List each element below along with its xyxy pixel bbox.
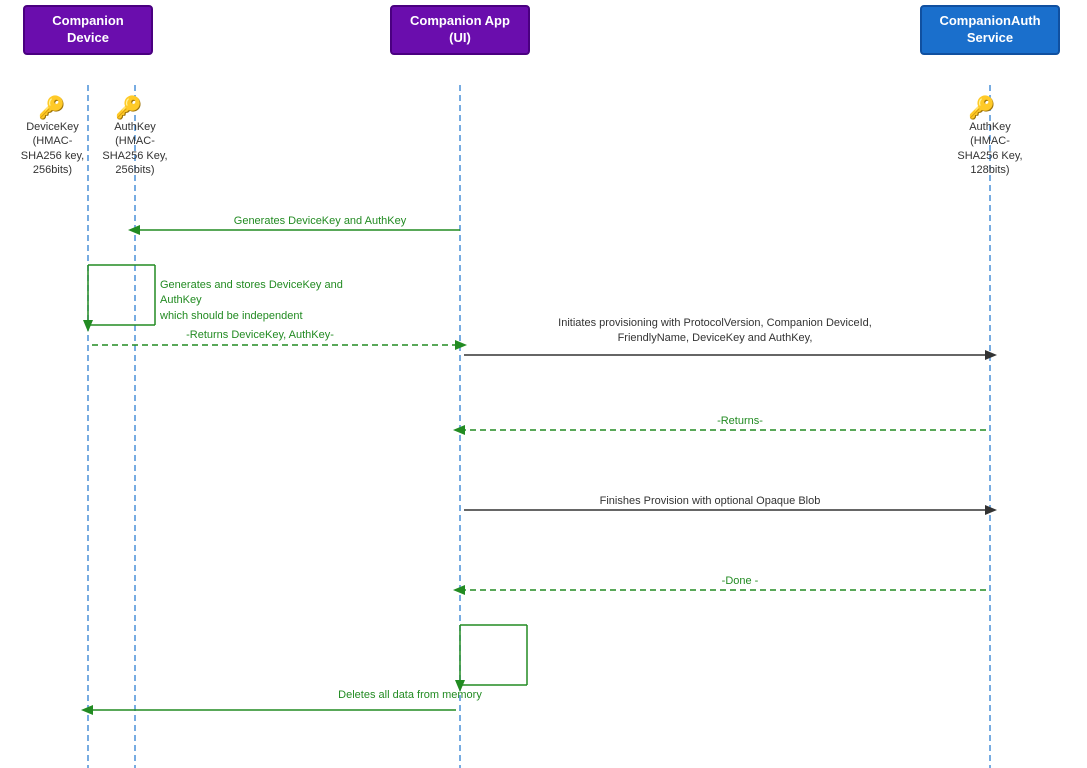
actor-companion-auth-label: CompanionAuthService — [939, 13, 1040, 45]
device-key-label: DeviceKey(HMAC-SHA256 key,256bits) — [15, 120, 90, 177]
msg4-label: Initiates provisioning with ProtocolVers… — [470, 316, 960, 347]
auth-key-service-label: AuthKey(HMAC-SHA256 Key,128bits) — [950, 120, 1030, 177]
msg5-label: -Returns- — [580, 414, 900, 429]
msg1-label: Generates DeviceKey and AuthKey — [180, 214, 460, 229]
msg2-label: Generates and stores DeviceKey and AuthK… — [160, 278, 380, 324]
auth-key-device-icon: 🔑 — [115, 95, 142, 121]
actor-companion-device: CompanionDevice — [23, 5, 153, 55]
msg7-label: -Done - — [580, 574, 900, 589]
msg8-label: Deletes all data from memory — [310, 688, 510, 703]
msg6-label: Finishes Provision with optional Opaque … — [500, 494, 920, 509]
auth-key-service-icon: 🔑 — [968, 95, 995, 121]
actor-companion-auth: CompanionAuthService — [920, 5, 1060, 55]
actor-companion-app: Companion App(UI) — [390, 5, 530, 55]
sequence-diagram: CompanionDevice Companion App(UI) Compan… — [0, 0, 1087, 768]
actor-companion-app-label: Companion App(UI) — [410, 13, 510, 45]
auth-key-device-label: AuthKey(HMAC-SHA256 Key,256bits) — [95, 120, 175, 177]
msg3-label: -Returns DeviceKey, AuthKey- — [140, 328, 380, 343]
arrows-svg — [0, 0, 1087, 768]
actor-companion-device-label: CompanionDevice — [52, 13, 124, 45]
device-key-icon: 🔑 — [38, 95, 65, 121]
